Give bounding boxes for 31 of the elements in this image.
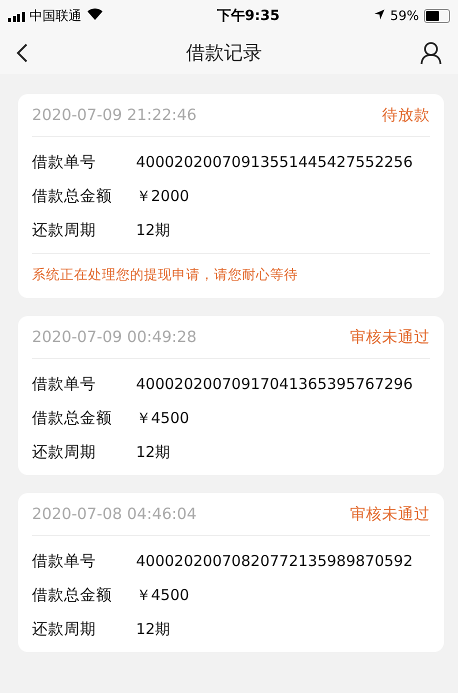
field-value: 40002020070913551445427552256 (136, 153, 413, 171)
battery-icon (424, 9, 450, 23)
field-label: 借款总金额 (32, 584, 113, 606)
field-label: 借款总金额 (32, 186, 113, 206)
field-label: 借款单号 (32, 550, 97, 572)
field-label: 借款总金额 (32, 408, 113, 428)
field-value: ￥4500 (136, 408, 190, 428)
field-value: 40002020070917041365395767296 (136, 375, 413, 393)
status-time: 下午9:35 (216, 7, 280, 25)
field-value: 12期 (136, 442, 170, 462)
record-status: 审核未通过 (350, 504, 430, 524)
field-value: 40002020070820772135989870592 (136, 552, 413, 570)
record-datetime: 2020-07-09 00:49:28 (32, 328, 197, 346)
field-label: 还款周期 (32, 220, 97, 240)
record-status: 待放款 (382, 104, 430, 126)
battery-percent: 59% (390, 8, 419, 24)
field-label: 借款单号 (32, 152, 97, 172)
carrier-name: 中国联通 (30, 8, 82, 25)
signal-icon (8, 10, 24, 22)
record-datetime: 2020-07-08 04:46:04 (32, 505, 197, 523)
field-label: 还款周期 (32, 442, 97, 462)
page-title: 借款记录 (186, 41, 262, 66)
record-status: 审核未通过 (350, 326, 430, 348)
field-value: 12期 (136, 620, 170, 638)
record-datetime: 2020-07-09 21:22:46 (32, 106, 197, 124)
field-label: 还款周期 (32, 618, 97, 640)
status-note: 系统正在处理您的提现申请，请您耐心等待 (32, 253, 430, 298)
field-value: ￥2000 (136, 186, 190, 206)
field-label: 借款单号 (32, 374, 97, 394)
field-value: ￥4500 (136, 586, 190, 604)
field-value: 12期 (136, 220, 170, 240)
